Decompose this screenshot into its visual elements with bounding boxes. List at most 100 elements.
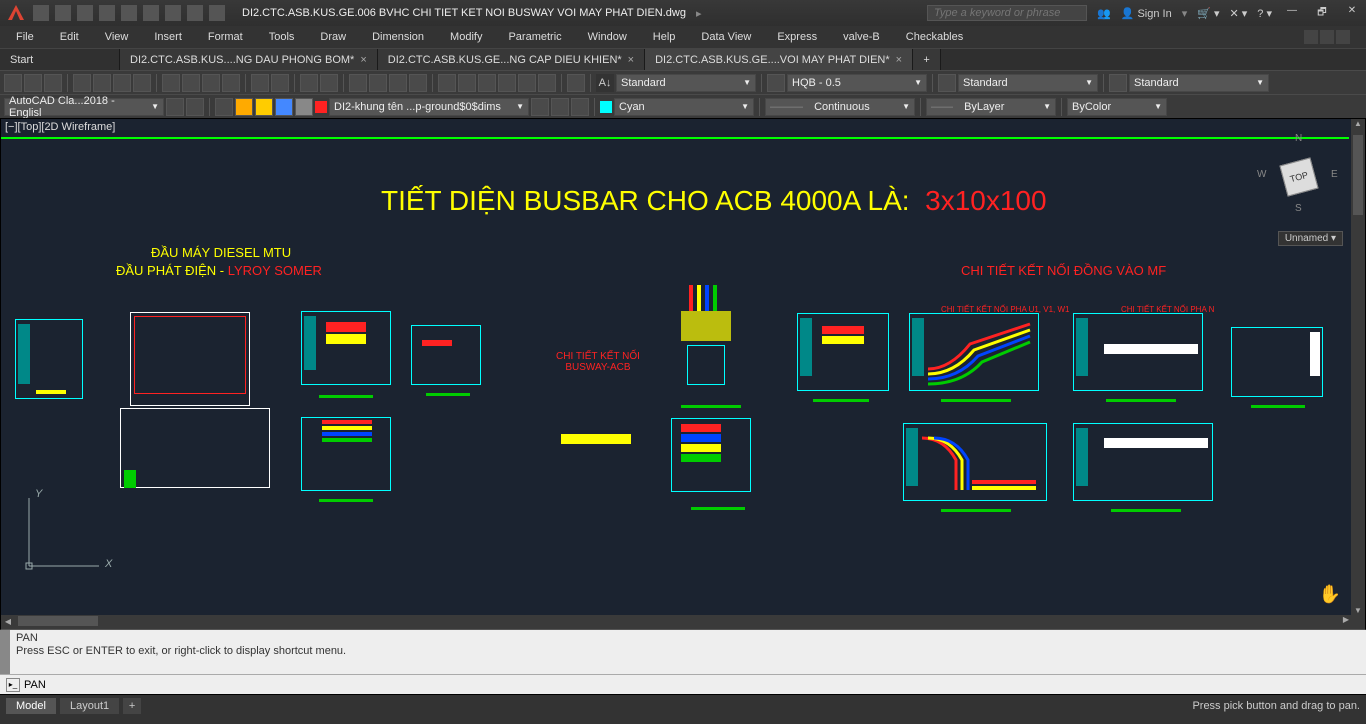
mdi-restore-icon[interactable] bbox=[1320, 30, 1334, 44]
viewcube-e[interactable]: E bbox=[1331, 169, 1338, 180]
ucs-icon[interactable]: Y X bbox=[17, 480, 117, 583]
tb-light-icon[interactable] bbox=[235, 98, 253, 116]
minimize-button[interactable]: — bbox=[1282, 5, 1302, 21]
tb-dim-icon[interactable] bbox=[767, 74, 785, 92]
command-history[interactable]: PAN Press ESC or ENTER to exit, or right… bbox=[0, 630, 1366, 674]
tb-tp-icon[interactable] bbox=[478, 74, 496, 92]
help-icon[interactable]: ? ▾ bbox=[1257, 7, 1272, 20]
viewport-label[interactable]: [−][Top][2D Wireframe] bbox=[5, 121, 115, 133]
tb-3dprint-icon[interactable] bbox=[133, 74, 151, 92]
qat-saveas-icon[interactable] bbox=[99, 5, 115, 21]
tb-copy-icon[interactable] bbox=[182, 74, 200, 92]
command-input-row[interactable]: ▸_ PAN bbox=[0, 674, 1366, 694]
text-style-combo[interactable]: Standard▼ bbox=[616, 74, 756, 92]
close-button[interactable]: ✕ bbox=[1342, 5, 1362, 21]
menu-format[interactable]: Format bbox=[208, 31, 243, 43]
tb-zoom2-icon[interactable] bbox=[389, 74, 407, 92]
tb-pan-icon[interactable] bbox=[349, 74, 367, 92]
qat-plot-icon[interactable] bbox=[165, 5, 181, 21]
tb-plot-icon[interactable] bbox=[73, 74, 91, 92]
menu-window[interactable]: Window bbox=[588, 31, 627, 43]
plotstyle-combo[interactable]: ByColor▼ bbox=[1067, 98, 1167, 116]
tb-freeze-icon[interactable] bbox=[275, 98, 293, 116]
ml-style-combo[interactable]: Standard▼ bbox=[1129, 74, 1269, 92]
tb-match-icon[interactable] bbox=[222, 74, 240, 92]
maximize-button[interactable]: 🗗 bbox=[1312, 5, 1332, 21]
drawing-tab-1[interactable]: DI2.CTC.ASB.KUS....NG DAU PHONG BOM*× bbox=[120, 49, 378, 70]
tb-dc-icon[interactable] bbox=[458, 74, 476, 92]
vertical-scrollbar[interactable]: ▲ ▼ bbox=[1351, 119, 1365, 629]
menu-tools[interactable]: Tools bbox=[269, 31, 295, 43]
qat-savecloud-icon[interactable] bbox=[121, 5, 137, 21]
menu-valve-b[interactable]: valve-B bbox=[843, 31, 880, 43]
lineweight-combo[interactable]: —— ByLayer▼ bbox=[926, 98, 1056, 116]
menu-file[interactable]: File bbox=[16, 31, 34, 43]
tb-cut-icon[interactable] bbox=[162, 74, 180, 92]
tab-start[interactable]: Start bbox=[0, 49, 120, 70]
qat-undo-icon[interactable] bbox=[187, 5, 203, 21]
view-unnamed-button[interactable]: Unnamed ▾ bbox=[1278, 231, 1343, 246]
drawing-tab-2[interactable]: DI2.CTC.ASB.KUS.GE...NG CAP DIEU KHIEN*× bbox=[378, 49, 645, 70]
app-logo[interactable] bbox=[4, 1, 28, 25]
exchange-apps-icon[interactable]: 🛒 ▾ bbox=[1197, 7, 1219, 20]
menu-help[interactable]: Help bbox=[653, 31, 676, 43]
tb-redo-icon[interactable] bbox=[320, 74, 338, 92]
tb-sun-icon[interactable] bbox=[255, 98, 273, 116]
menu-express[interactable]: Express bbox=[777, 31, 817, 43]
tb-calc-icon[interactable] bbox=[538, 74, 556, 92]
linetype-combo[interactable]: ——— Continuous▼ bbox=[765, 98, 915, 116]
tb-block2-icon[interactable] bbox=[271, 74, 289, 92]
tb-markup-icon[interactable] bbox=[518, 74, 536, 92]
close-icon[interactable]: × bbox=[896, 54, 902, 66]
tb-help-icon[interactable] bbox=[567, 74, 585, 92]
cmd-grip-icon[interactable] bbox=[0, 630, 10, 674]
viewcube-top[interactable]: TOP bbox=[1279, 157, 1318, 196]
tb-layerprop-icon[interactable] bbox=[215, 98, 233, 116]
close-icon[interactable]: × bbox=[628, 54, 634, 66]
tb-zoom-icon[interactable] bbox=[369, 74, 387, 92]
tb-table-icon[interactable] bbox=[938, 74, 956, 92]
mdi-close-icon[interactable] bbox=[1336, 30, 1350, 44]
qat-save-icon[interactable] bbox=[77, 5, 93, 21]
viewcube-s[interactable]: S bbox=[1295, 203, 1302, 214]
cmd-prompt-icon[interactable]: ▸_ bbox=[6, 678, 20, 692]
qat-opencloud-icon[interactable] bbox=[143, 5, 159, 21]
horizontal-scrollbar[interactable]: ◀ ▶ bbox=[1, 615, 1365, 629]
stay-connected-icon[interactable]: ✕ ▾ bbox=[1230, 7, 1248, 20]
menu-view[interactable]: View bbox=[105, 31, 129, 43]
help-search-input[interactable] bbox=[927, 5, 1087, 21]
tb-lock-icon[interactable] bbox=[295, 98, 313, 116]
close-icon[interactable]: × bbox=[360, 54, 366, 66]
status-tab-model[interactable]: Model bbox=[6, 698, 56, 714]
tb-ws-settings-icon[interactable] bbox=[166, 98, 184, 116]
status-tab-add[interactable]: + bbox=[123, 698, 141, 714]
viewcube-n[interactable]: N bbox=[1295, 133, 1302, 144]
table-style-combo[interactable]: Standard▼ bbox=[958, 74, 1098, 92]
status-tab-layout1[interactable]: Layout1 bbox=[60, 698, 119, 714]
qat-new-icon[interactable] bbox=[33, 5, 49, 21]
tb-text-icon[interactable]: A↓ bbox=[596, 74, 614, 92]
tb-paste-icon[interactable] bbox=[202, 74, 220, 92]
layer-combo[interactable]: DI2-khung tên ...p-ground$0$dims▼ bbox=[329, 98, 529, 116]
menu-data-view[interactable]: Data View bbox=[701, 31, 751, 43]
workspace-combo[interactable]: AutoCAD Cla...2018 - Englisl▼ bbox=[4, 98, 164, 116]
tb-prop-icon[interactable] bbox=[438, 74, 456, 92]
menu-insert[interactable]: Insert bbox=[154, 31, 182, 43]
tb-zoom3-icon[interactable] bbox=[409, 74, 427, 92]
dim-style-combo[interactable]: HQB - 0.5▼ bbox=[787, 74, 927, 92]
tb-ws-save-icon[interactable] bbox=[186, 98, 204, 116]
menu-dimension[interactable]: Dimension bbox=[372, 31, 424, 43]
signin-button[interactable]: 👤 Sign In bbox=[1121, 7, 1172, 20]
viewcube[interactable]: TOP N S E W bbox=[1259, 137, 1339, 217]
menu-parametric[interactable]: Parametric bbox=[508, 31, 561, 43]
model-space[interactable]: TIẾT DIỆN BUSBAR CHO ACB 4000A LÀ: 3x10x… bbox=[1, 137, 1349, 613]
new-drawing-tab-button[interactable]: + bbox=[913, 49, 941, 70]
tb-publish-icon[interactable] bbox=[113, 74, 131, 92]
tb-save-icon[interactable] bbox=[44, 74, 62, 92]
tb-ls2-icon[interactable] bbox=[551, 98, 569, 116]
menu-draw[interactable]: Draw bbox=[320, 31, 346, 43]
viewcube-w[interactable]: W bbox=[1257, 169, 1266, 180]
qat-open-icon[interactable] bbox=[55, 5, 71, 21]
tb-undo-icon[interactable] bbox=[300, 74, 318, 92]
qat-redo-icon[interactable] bbox=[209, 5, 225, 21]
